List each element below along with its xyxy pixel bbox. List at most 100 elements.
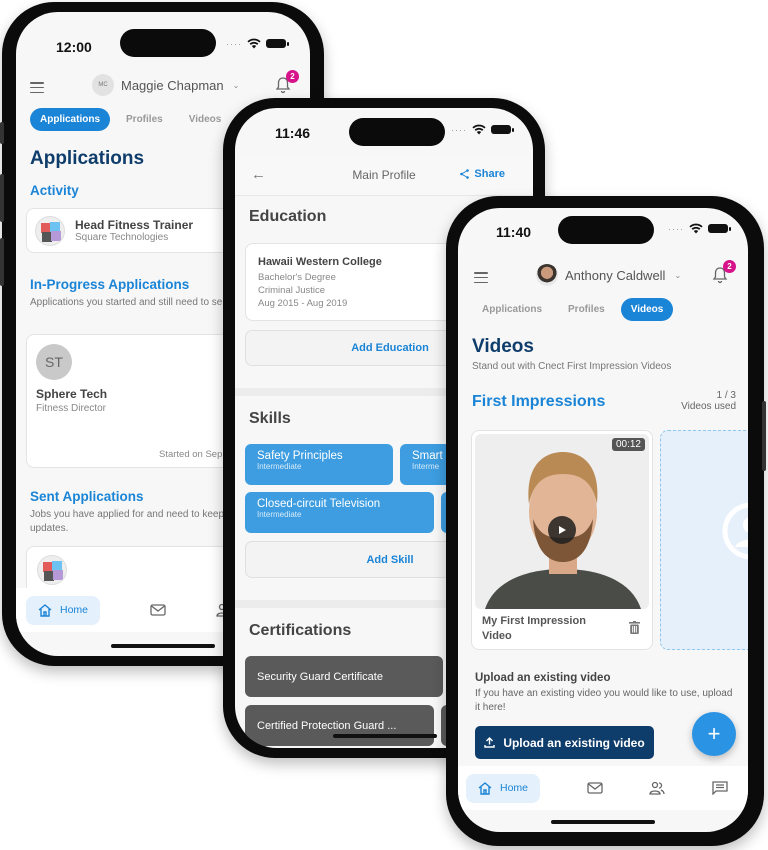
play-button[interactable] xyxy=(548,515,576,544)
plus-icon: + xyxy=(707,721,721,746)
chevron-down-icon: ⌄ xyxy=(674,270,682,280)
signal-icon: ···· xyxy=(451,124,467,135)
status-time: 11:40 xyxy=(496,224,532,240)
company-logo xyxy=(37,555,67,585)
user-name: Maggie Chapman xyxy=(121,77,224,93)
status-bar: 11:40 ···· xyxy=(458,208,748,258)
certification-chip[interactable]: Certified Protection Guard ... xyxy=(245,705,434,746)
signal-icon: ···· xyxy=(668,223,684,234)
page-subtitle: Stand out with Cnect First Impression Vi… xyxy=(472,361,672,372)
phone-side-button xyxy=(0,174,4,222)
tab-profiles[interactable]: Profiles xyxy=(116,108,173,131)
first-impressions-heading: First Impressions xyxy=(472,393,606,410)
activity-heading: Activity xyxy=(30,183,79,198)
bottom-nav: Home xyxy=(458,766,748,810)
tab-bar: Applications Profiles Videos xyxy=(472,298,674,321)
add-video-slot[interactable] xyxy=(660,430,748,650)
video-thumbnail[interactable]: 00:12 xyxy=(475,434,649,609)
share-icon xyxy=(460,169,470,179)
skill-name: Closed-circuit Television xyxy=(257,498,381,510)
phone-videos: 11:40 ···· Anthony Caldwell ⌄ 2 Applicat… xyxy=(446,196,766,846)
account-switcher[interactable]: MC Maggie Chapman ⌄ xyxy=(92,74,239,96)
user-name: Anthony Caldwell xyxy=(565,267,666,283)
sent-heading: Sent Applications xyxy=(30,489,144,504)
account-switcher[interactable]: Anthony Caldwell ⌄ xyxy=(536,264,681,286)
phone-side-button xyxy=(0,122,4,144)
tab-videos[interactable]: Videos xyxy=(179,108,232,131)
avatar: MC xyxy=(92,74,114,96)
messages-icon[interactable] xyxy=(712,781,728,795)
skill-chip[interactable]: Closed-circuit Television Intermediate xyxy=(245,492,434,533)
status-icons: ···· xyxy=(668,223,731,234)
tab-videos[interactable]: Videos xyxy=(620,298,674,321)
video-duration: 00:12 xyxy=(611,438,645,451)
company-avatar: ST xyxy=(36,344,72,380)
add-fab-button[interactable]: + xyxy=(692,712,736,756)
share-label: Share xyxy=(474,168,505,180)
status-icons: ···· xyxy=(226,38,289,49)
status-bar: 12:00 ···· xyxy=(16,12,310,62)
status-time: 11:46 xyxy=(275,125,311,141)
tab-applications[interactable]: Applications xyxy=(472,298,552,321)
menu-icon[interactable] xyxy=(30,82,44,93)
job-company: Square Technologies xyxy=(75,232,169,243)
home-indicator xyxy=(111,644,215,648)
mail-icon[interactable] xyxy=(587,781,603,795)
battery-icon xyxy=(708,224,731,233)
status-time: 12:00 xyxy=(56,39,92,55)
notifications-button[interactable]: 2 xyxy=(275,70,299,94)
profile-header: ← Main Profile Share xyxy=(235,158,533,196)
nav-home[interactable]: Home xyxy=(466,773,541,803)
phone-side-button xyxy=(762,401,766,471)
certifications-heading: Certifications xyxy=(249,622,352,639)
education-heading: Education xyxy=(249,208,327,225)
home-indicator xyxy=(333,734,437,738)
nav-home-label: Home xyxy=(60,604,89,616)
wifi-icon xyxy=(247,38,261,49)
notification-badge: 2 xyxy=(723,260,736,273)
notifications-button[interactable]: 2 xyxy=(712,260,736,284)
upload-icon xyxy=(484,737,496,748)
upload-video-button[interactable]: Upload an existing video xyxy=(475,726,654,759)
upload-heading: Upload an existing video xyxy=(475,672,611,684)
nav-home[interactable]: Home xyxy=(26,595,101,625)
signal-icon: ···· xyxy=(226,38,242,49)
certification-chip[interactable]: Security Guard Certificate xyxy=(245,656,443,697)
tab-profiles[interactable]: Profiles xyxy=(558,298,615,321)
skill-name: Safety Principles xyxy=(257,450,343,462)
share-button[interactable]: Share xyxy=(460,168,505,180)
video-card[interactable]: 00:12 My First Impression Video xyxy=(471,430,653,650)
skill-level: Intermediate xyxy=(257,510,302,519)
delete-icon[interactable] xyxy=(629,621,640,634)
company-name: Sphere Tech xyxy=(36,387,108,401)
home-icon xyxy=(38,603,52,617)
tab-bar: Applications Profiles Videos xyxy=(30,108,231,131)
play-icon xyxy=(559,525,566,534)
battery-icon xyxy=(266,39,289,48)
in-progress-heading: In-Progress Applications xyxy=(30,277,190,292)
phone-side-button xyxy=(0,238,4,286)
skill-chip[interactable]: Safety Principles Intermediate xyxy=(245,444,393,485)
avatar xyxy=(536,264,558,286)
skill-level: Intermediate xyxy=(257,462,302,471)
video-title: My First Impression Video xyxy=(482,615,586,642)
dynamic-island xyxy=(558,216,654,244)
mail-icon[interactable] xyxy=(150,603,166,617)
usage-count: 1 / 3 xyxy=(716,390,736,401)
menu-icon[interactable] xyxy=(474,272,488,283)
screen: 11:40 ···· Anthony Caldwell ⌄ 2 Applicat… xyxy=(458,208,748,832)
dynamic-island xyxy=(120,29,216,57)
tab-applications[interactable]: Applications xyxy=(30,108,111,131)
battery-icon xyxy=(491,125,514,134)
wifi-icon xyxy=(689,223,703,234)
upload-description: If you have an existing video you would … xyxy=(475,688,733,713)
notification-badge: 2 xyxy=(286,70,299,83)
app-header: Anthony Caldwell ⌄ 2 xyxy=(458,260,748,300)
status-bar: 11:46 ···· xyxy=(235,108,533,158)
video-usage: 1 / 3 Videos used xyxy=(681,390,736,412)
dynamic-island xyxy=(349,118,445,146)
usage-label: Videos used xyxy=(681,401,736,412)
person-placeholder-icon xyxy=(722,502,748,560)
people-icon[interactable] xyxy=(649,781,665,795)
sent-description: Jobs you have applied for and need to ke… xyxy=(30,509,225,534)
